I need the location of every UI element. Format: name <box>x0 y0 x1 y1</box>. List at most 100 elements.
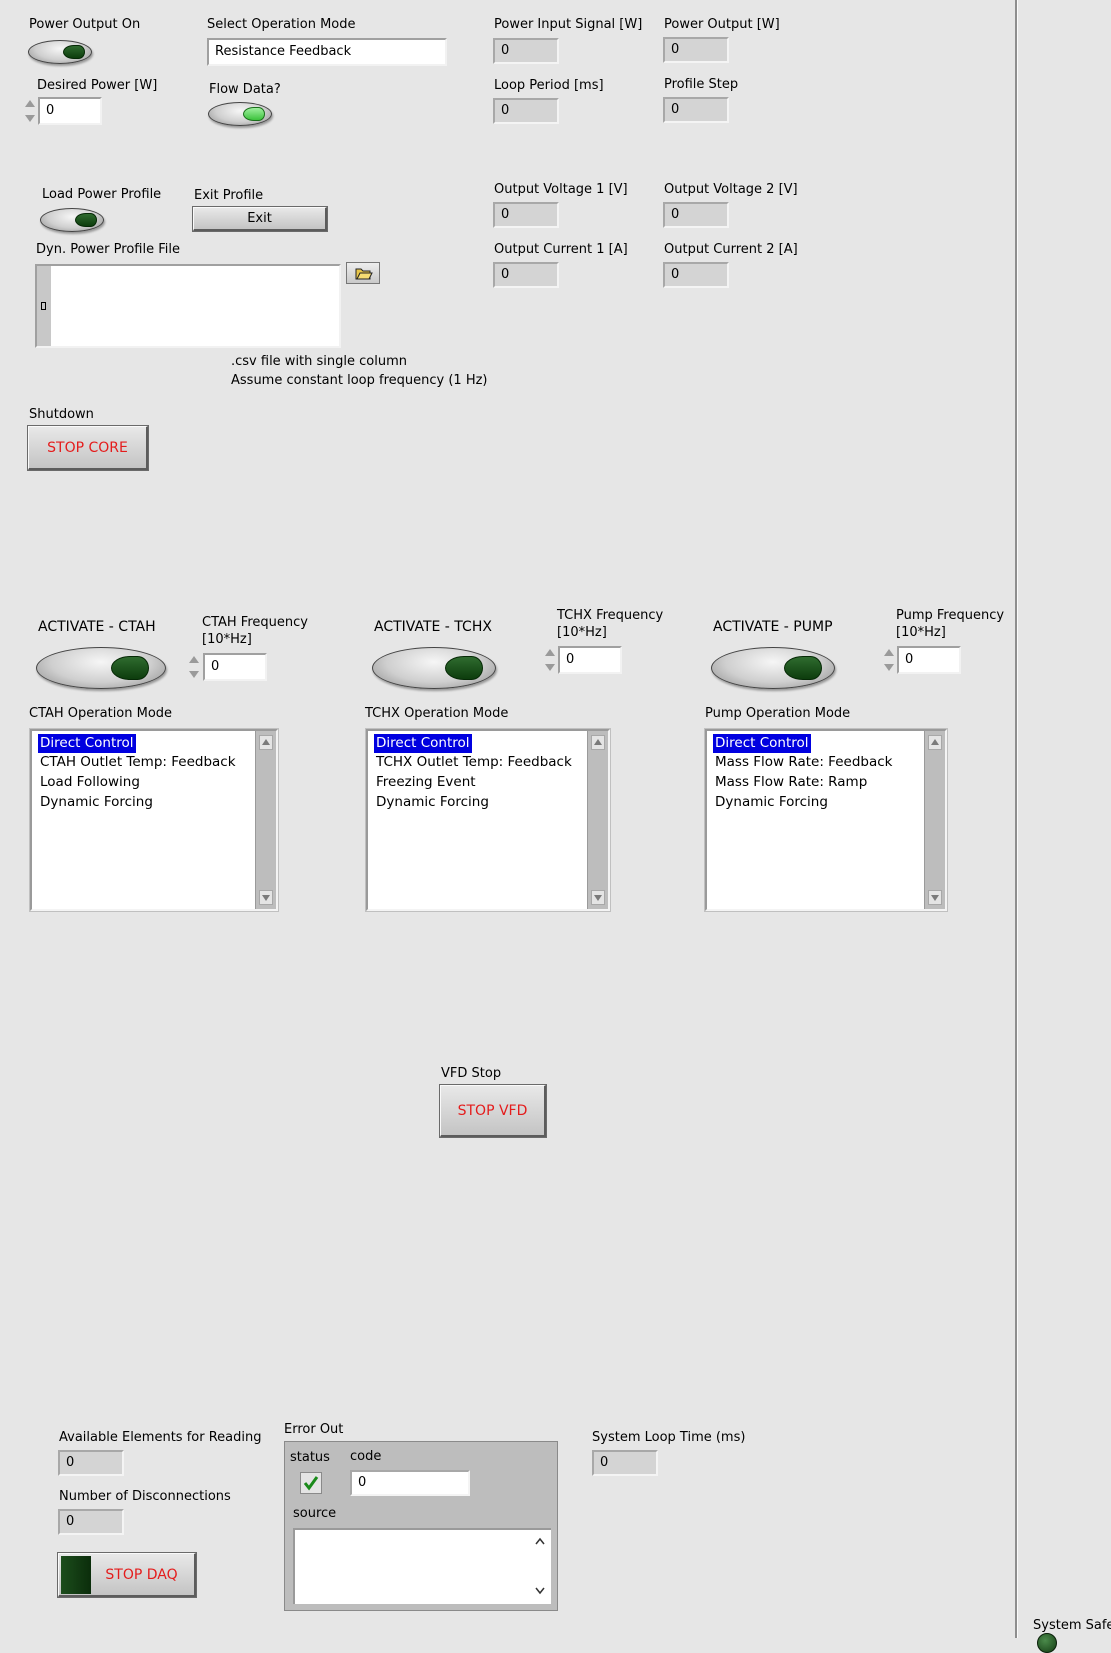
disconnections-value: 0 <box>58 1509 124 1535</box>
loop-period-label: Loop Period [ms] <box>494 78 604 93</box>
scroll-down-icon[interactable] <box>928 890 942 905</box>
tchx-operation-mode-list[interactable]: Direct Control TCHX Outlet Temp: Feedbac… <box>365 728 611 912</box>
scroll-up-icon[interactable] <box>591 735 605 750</box>
system-safe-led-icon <box>1037 1633 1057 1653</box>
tchx-led-icon <box>445 656 483 680</box>
available-elements-value: 0 <box>58 1450 124 1476</box>
profile-step-label: Profile Step <box>664 77 739 92</box>
tchx-list-scrollbar[interactable] <box>587 731 608 909</box>
csv-note-line-2: Assume constant loop frequency (1 Hz) <box>231 373 488 388</box>
checkmark-icon <box>303 1476 319 1491</box>
ctah-mode-option[interactable]: Direct Control <box>38 734 136 753</box>
activate-pump-label: ACTIVATE - PUMP <box>713 619 833 635</box>
activate-tchx-label: ACTIVATE - TCHX <box>374 619 492 635</box>
error-code-label: code <box>350 1449 382 1464</box>
flow-led-icon <box>243 107 265 121</box>
stop-vfd-button[interactable]: STOP VFD <box>439 1084 547 1138</box>
tchx-frequency-stepper[interactable] <box>544 646 556 674</box>
flow-data-label: Flow Data? <box>209 82 281 97</box>
ctah-led-icon <box>111 656 149 680</box>
path-marker-icon <box>41 302 46 310</box>
chevron-down-icon[interactable] <box>534 1586 546 1596</box>
power-profile-file-path[interactable] <box>35 264 341 348</box>
loop-period-value: 0 <box>493 98 559 124</box>
operation-mode-label: Select Operation Mode <box>207 17 356 32</box>
output-current-2-label: Output Current 2 [A] <box>664 242 798 257</box>
stop-daq-label: STOP DAQ <box>105 1567 178 1583</box>
output-voltage-2-value: 0 <box>663 202 729 228</box>
error-out-label: Error Out <box>284 1422 344 1437</box>
ctah-operation-mode-list[interactable]: Direct Control CTAH Outlet Temp: Feedbac… <box>29 728 279 912</box>
operation-mode-select[interactable]: Resistance Feedback <box>207 38 447 66</box>
ctah-mode-option[interactable]: Dynamic Forcing <box>38 793 155 812</box>
system-loop-time-label: System Loop Time (ms) <box>592 1430 746 1445</box>
power-profile-file-label: Dyn. Power Profile File <box>36 242 180 257</box>
pump-frequency-unit: [10*Hz] <box>896 625 946 640</box>
pump-mode-option[interactable]: Mass Flow Rate: Ramp <box>713 773 869 792</box>
scroll-up-icon[interactable] <box>928 735 942 750</box>
stop-daq-button[interactable]: STOP DAQ <box>57 1552 197 1598</box>
panel-divider-highlight <box>1017 0 1018 1638</box>
pump-mode-option[interactable]: Dynamic Forcing <box>713 793 830 812</box>
tchx-mode-option[interactable]: Freezing Event <box>374 773 478 792</box>
ctah-frequency-label: CTAH Frequency <box>202 615 308 630</box>
tchx-mode-option[interactable]: Direct Control <box>374 734 472 753</box>
activate-tchx-toggle[interactable] <box>372 647 496 689</box>
error-status-label: status <box>290 1450 330 1465</box>
daq-status-led-icon <box>61 1556 91 1594</box>
scroll-down-icon[interactable] <box>259 890 273 905</box>
pump-frequency-label: Pump Frequency <box>896 608 1005 623</box>
activate-ctah-toggle[interactable] <box>36 647 166 689</box>
ctah-mode-option[interactable]: Load Following <box>38 773 142 792</box>
output-current-1-value: 0 <box>493 262 559 288</box>
scroll-down-icon[interactable] <box>591 890 605 905</box>
vfd-stop-label: VFD Stop <box>441 1066 502 1081</box>
power-output-on-label: Power Output On <box>29 17 141 32</box>
profile-led-icon <box>75 213 97 227</box>
disconnections-label: Number of Disconnections <box>59 1489 231 1504</box>
exit-profile-label: Exit Profile <box>194 188 264 203</box>
error-source-label: source <box>293 1506 337 1521</box>
system-loop-time-value: 0 <box>592 1450 658 1476</box>
source-scrollbar[interactable] <box>531 1532 549 1600</box>
system-safe-label: System Safe <box>1033 1618 1111 1633</box>
load-power-profile-toggle[interactable] <box>40 208 104 232</box>
scroll-up-icon[interactable] <box>259 735 273 750</box>
chevron-up-icon[interactable] <box>534 1536 546 1546</box>
tchx-mode-option[interactable]: Dynamic Forcing <box>374 793 491 812</box>
profile-step-value: 0 <box>663 97 729 123</box>
ctah-mode-option[interactable]: CTAH Outlet Temp: Feedback <box>38 753 238 772</box>
pump-operation-mode-list[interactable]: Direct Control Mass Flow Rate: Feedback … <box>704 728 948 912</box>
power-output-label: Power Output [W] <box>664 17 780 32</box>
browse-folder-button[interactable] <box>346 262 380 284</box>
ctah-list-scrollbar[interactable] <box>255 731 276 909</box>
load-power-profile-label: Load Power Profile <box>42 187 162 202</box>
desired-power-input[interactable]: 0 <box>38 97 102 125</box>
pump-led-icon <box>784 656 822 680</box>
csv-note-line-1: .csv file with single column <box>231 354 407 369</box>
pump-frequency-input[interactable]: 0 <box>897 646 961 674</box>
output-current-1-label: Output Current 1 [A] <box>494 242 628 257</box>
stop-core-button[interactable]: STOP CORE <box>27 425 149 471</box>
output-voltage-2-label: Output Voltage 2 [V] <box>664 182 798 197</box>
exit-profile-button[interactable]: Exit <box>192 206 328 232</box>
tchx-operation-mode-label: TCHX Operation Mode <box>365 706 509 721</box>
error-out-cluster: status code 0 source <box>284 1441 558 1611</box>
power-input-signal-label: Power Input Signal [W] <box>494 17 643 32</box>
pump-frequency-stepper[interactable] <box>883 646 895 674</box>
tchx-frequency-input[interactable]: 0 <box>558 646 622 674</box>
ctah-frequency-stepper[interactable] <box>188 653 200 681</box>
pump-mode-option[interactable]: Mass Flow Rate: Feedback <box>713 753 894 772</box>
power-input-signal-value: 0 <box>493 38 559 64</box>
power-output-on-toggle[interactable] <box>28 40 92 64</box>
activate-pump-toggle[interactable] <box>711 647 835 689</box>
power-led-icon <box>63 45 85 59</box>
tchx-mode-option[interactable]: TCHX Outlet Temp: Feedback <box>374 753 574 772</box>
desired-power-stepper[interactable] <box>24 97 36 125</box>
pump-mode-option[interactable]: Direct Control <box>713 734 811 753</box>
ctah-operation-mode-label: CTAH Operation Mode <box>29 706 173 721</box>
ctah-frequency-unit: [10*Hz] <box>202 632 252 647</box>
ctah-frequency-input[interactable]: 0 <box>203 653 267 681</box>
flow-data-toggle[interactable] <box>208 102 272 126</box>
pump-list-scrollbar[interactable] <box>924 731 945 909</box>
